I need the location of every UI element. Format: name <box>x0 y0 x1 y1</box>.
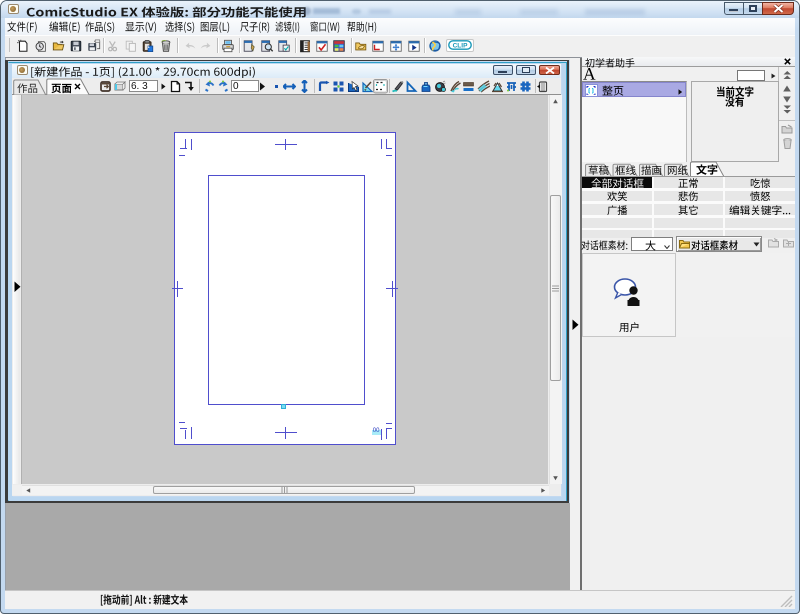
svg-text:CLIP: CLIP <box>453 42 468 49</box>
